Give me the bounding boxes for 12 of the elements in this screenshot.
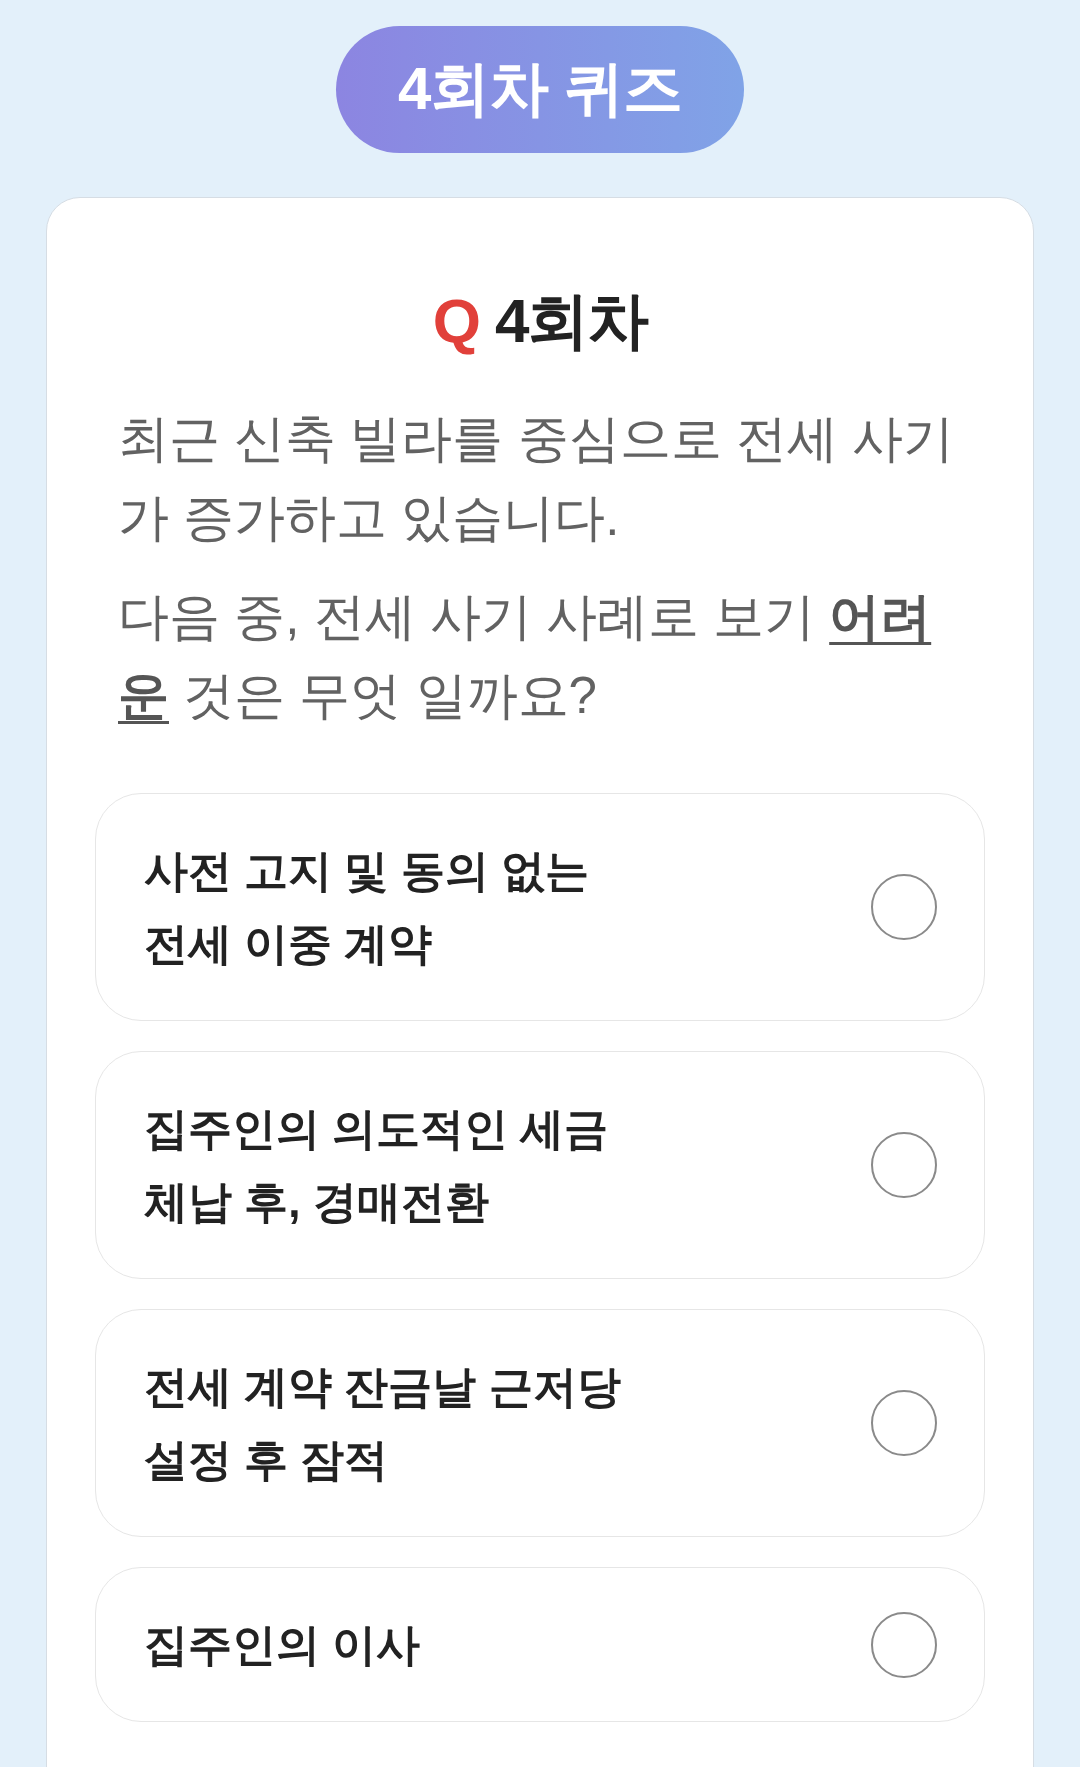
answer-option[interactable]: 전세 계약 잔금날 근저당 설정 후 잠적 — [95, 1309, 985, 1537]
question-text: 다음 중, 전세 사기 사례로 보기 어려운 것은 무엇 일까요? — [118, 587, 933, 726]
radio-button[interactable] — [871, 1611, 937, 1678]
radio-button[interactable] — [871, 1132, 937, 1198]
question-title: 4회차 — [494, 290, 648, 352]
quiz-round-badge: 4회차 퀴즈 — [335, 26, 744, 153]
radio-button[interactable] — [871, 874, 937, 940]
answer-option[interactable]: 집주인의 이사 — [95, 1567, 985, 1722]
answer-option[interactable]: 사전 고지 및 동의 없는 전세 이중 계약 — [95, 793, 985, 1021]
answer-option[interactable]: 집주인의 의도적인 세금 체납 후, 경매전환 — [95, 1051, 985, 1279]
question-text: 최근 신축 빌라를 중심으로 전세 사기가 증가하고 있습니다. — [118, 409, 955, 548]
radio-button[interactable] — [871, 1390, 937, 1456]
